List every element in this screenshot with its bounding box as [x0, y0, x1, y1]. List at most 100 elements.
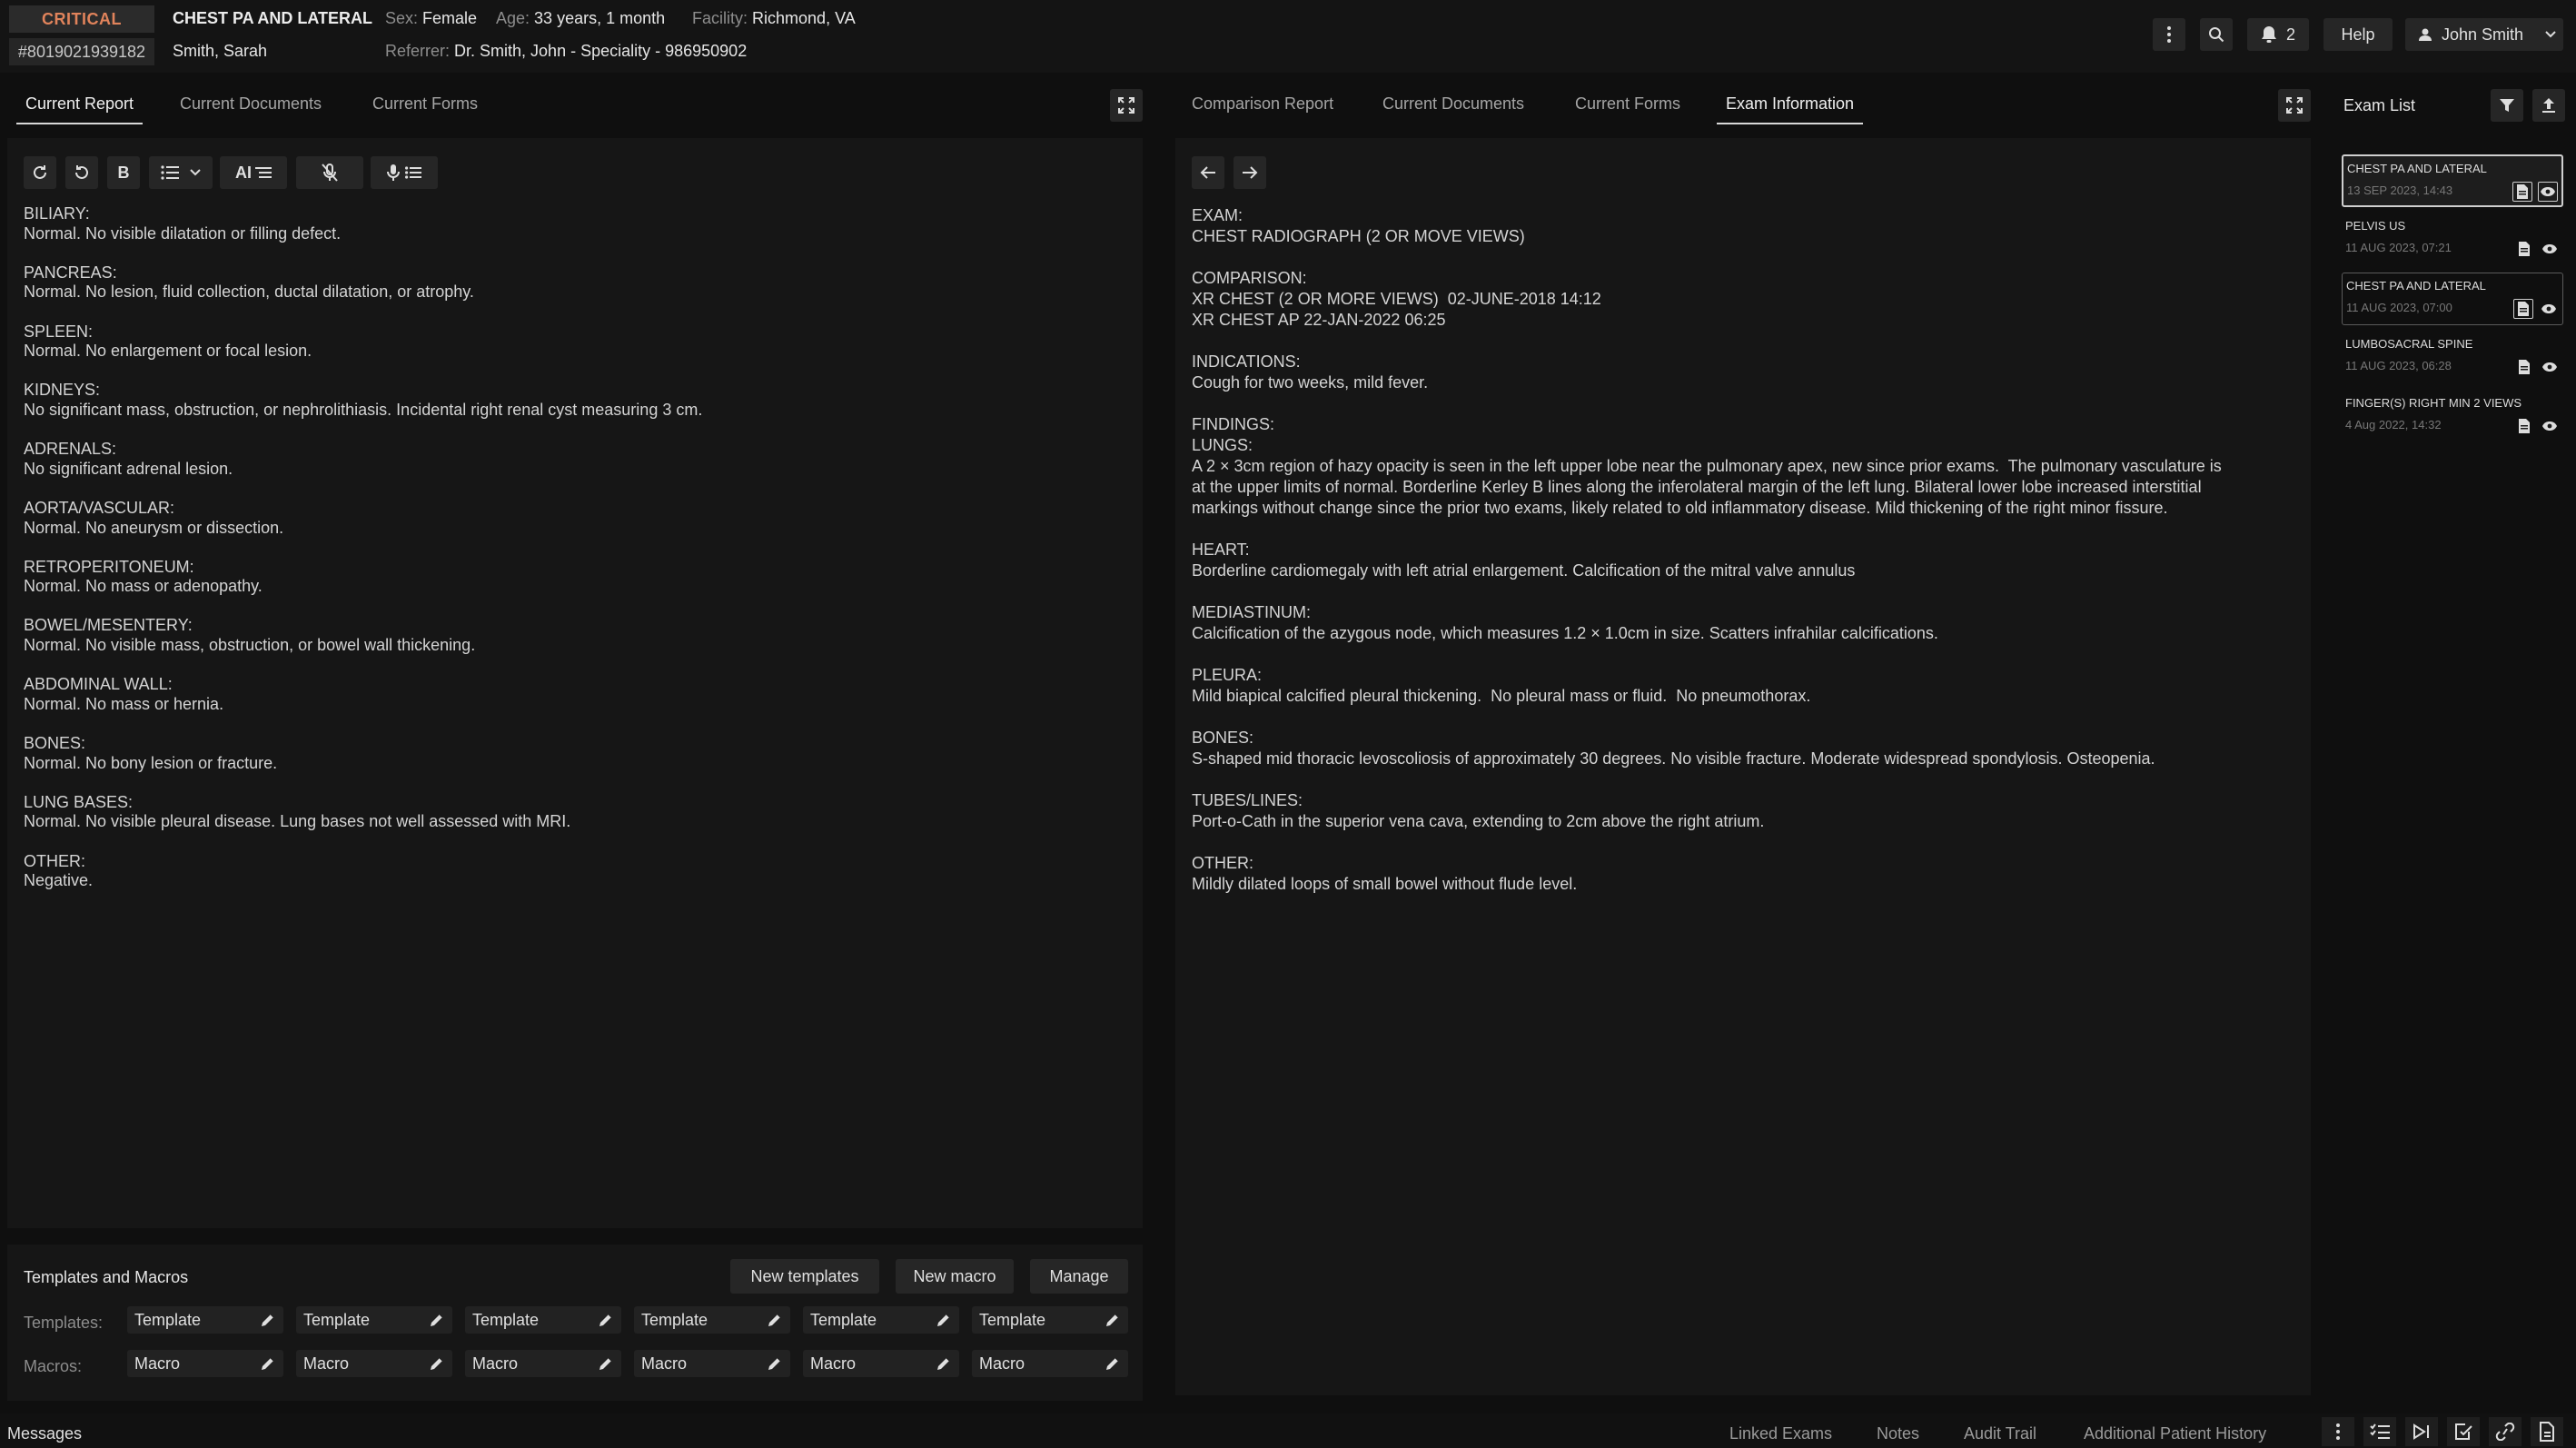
template-chip[interactable]: Template [972, 1306, 1128, 1334]
pencil-icon[interactable] [767, 1312, 783, 1328]
upload-icon [2542, 98, 2555, 113]
tab-current-report[interactable]: Current Report [15, 94, 144, 124]
eye-icon[interactable] [2540, 357, 2560, 377]
exam-list-item[interactable]: CHEST PA AND LATERAL 13 SEP 2023, 14:43 [2342, 154, 2563, 207]
pencil-icon[interactable] [429, 1355, 445, 1372]
template-chip[interactable]: Template [127, 1306, 283, 1334]
eye-icon[interactable] [2540, 416, 2560, 436]
bell-icon [2261, 26, 2276, 43]
template-chip[interactable]: Template [465, 1306, 621, 1334]
notifications-button[interactable]: 2 [2247, 18, 2309, 51]
template-chip[interactable]: Template [296, 1306, 452, 1334]
exam-date: 11 AUG 2023, 07:21 [2345, 241, 2452, 254]
skip-next-button[interactable] [2405, 1417, 2438, 1446]
link-exams-button[interactable] [2489, 1417, 2522, 1446]
footer-more-button[interactable] [2322, 1417, 2354, 1446]
pencil-icon[interactable] [1105, 1312, 1121, 1328]
tab-current-documents-right[interactable]: Current Documents [1382, 94, 1524, 124]
patient-name: Smith, Sarah [173, 42, 268, 60]
upload-button[interactable] [2532, 89, 2565, 122]
template-chip[interactable]: Template [803, 1306, 959, 1334]
current-report-text[interactable]: BILIARY: Normal. No visible dilatation or… [24, 204, 1123, 910]
tab-current-documents[interactable]: Current Documents [180, 94, 322, 124]
pencil-icon[interactable] [936, 1312, 952, 1328]
pencil-icon[interactable] [598, 1312, 614, 1328]
macro-chip[interactable]: Macro [296, 1350, 452, 1377]
exam-list-item[interactable]: PELVIS US 11 AUG 2023, 07:21 [2342, 213, 2563, 266]
template-chip-label: Template [810, 1310, 877, 1329]
help-button[interactable]: Help [2323, 18, 2393, 51]
previous-button[interactable] [1192, 156, 1224, 189]
more-menu-button[interactable] [2153, 18, 2185, 51]
checklist-button[interactable] [2363, 1417, 2396, 1446]
report-section-text: Normal. No enlargement or focal lesion. [24, 342, 312, 361]
audit-trail-link[interactable]: Audit Trail [1964, 1424, 2036, 1443]
pencil-icon[interactable] [1105, 1355, 1121, 1372]
exam-information-text: EXAM: CHEST RADIOGRAPH (2 OR MOVE VIEWS) C… [1192, 205, 2294, 916]
additional-patient-history-link[interactable]: Additional Patient History [2084, 1424, 2266, 1443]
pencil-icon[interactable] [767, 1355, 783, 1372]
exam-info-line: BONES: [1192, 729, 1254, 747]
eye-icon[interactable] [2539, 299, 2559, 319]
manage-button[interactable]: Manage [1030, 1259, 1128, 1294]
bold-button[interactable]: B [107, 156, 140, 189]
report-section-text: Normal. No lesion, fluid collection, duc… [24, 283, 474, 302]
linked-exams-link[interactable]: Linked Exams [1729, 1424, 1832, 1443]
document-icon[interactable] [2513, 299, 2533, 319]
pencil-icon[interactable] [260, 1312, 276, 1328]
tab-current-forms[interactable]: Current Forms [372, 94, 478, 124]
macro-chip[interactable]: Macro [127, 1350, 283, 1377]
messages-link[interactable]: Messages [7, 1424, 82, 1443]
exam-list-item[interactable]: FINGER(S) RIGHT MIN 2 VIEWS 4 Aug 2022, 1… [2342, 391, 2563, 443]
pencil-icon[interactable] [260, 1355, 276, 1372]
redo-icon [34, 165, 46, 179]
dictation-button[interactable] [371, 156, 438, 189]
notes-link[interactable]: Notes [1877, 1424, 1919, 1443]
new-macro-button[interactable]: New macro [896, 1259, 1014, 1294]
tab-exam-information[interactable]: Exam Information [1716, 94, 1864, 124]
tab-comparison-report[interactable]: Comparison Report [1192, 94, 1333, 124]
report-section-heading: ADRENALS: [24, 440, 117, 459]
eye-icon[interactable] [2538, 182, 2558, 202]
new-templates-button[interactable]: New templates [730, 1259, 879, 1294]
mute-microphone-button[interactable] [296, 156, 363, 189]
sign-off-button[interactable] [2447, 1417, 2480, 1446]
next-button[interactable] [1234, 156, 1266, 189]
search-button[interactable] [2200, 18, 2233, 51]
expand-report-button[interactable] [1110, 89, 1143, 122]
pencil-icon[interactable] [936, 1355, 952, 1372]
document-icon[interactable] [2512, 182, 2532, 202]
document-icon[interactable] [2514, 357, 2534, 377]
document-icon[interactable] [2514, 416, 2534, 436]
report-section: LUNG BASES: Normal. No visible pleural di… [24, 793, 1123, 832]
notifications-count: 2 [2285, 25, 2295, 44]
exam-list-item[interactable]: LUMBOSACRAL SPINE 11 AUG 2023, 06:28 [2342, 332, 2563, 384]
macro-chip[interactable]: Macro [972, 1350, 1128, 1377]
exam-info-line: Port-o-Cath in the superior vena cava, e… [1192, 812, 1765, 830]
expand-exam-info-button[interactable] [2278, 89, 2311, 122]
undo-button[interactable] [65, 156, 98, 189]
redo-button[interactable] [24, 156, 56, 189]
list-icon [255, 167, 272, 178]
filter-button[interactable] [2491, 89, 2523, 122]
exam-list-item[interactable]: CHEST PA AND LATERAL 11 AUG 2023, 07:00 [2342, 273, 2563, 325]
exam-info-line: Cough for two weeks, mild fever. [1192, 373, 1429, 392]
macro-chip[interactable]: Macro [465, 1350, 621, 1377]
macro-chip[interactable]: Macro [634, 1350, 790, 1377]
pencil-icon[interactable] [429, 1312, 445, 1328]
template-chip[interactable]: Template [634, 1306, 790, 1334]
pencil-icon[interactable] [598, 1355, 614, 1372]
document-export-button[interactable] [2531, 1417, 2563, 1446]
report-section-heading: KIDNEYS: [24, 381, 101, 400]
document-icon[interactable] [2514, 239, 2534, 259]
expand-icon [1118, 97, 1134, 114]
eye-icon[interactable] [2540, 239, 2560, 259]
report-section-heading: AORTA/VASCULAR: [24, 498, 175, 517]
user-icon [2419, 28, 2432, 41]
referrer-value: Dr. Smith, John - Speciality - 986950902 [454, 42, 748, 60]
user-menu-button[interactable]: John Smith [2405, 18, 2563, 51]
ai-assist-button[interactable]: AI [220, 156, 287, 189]
list-dropdown-button[interactable] [149, 156, 213, 189]
macro-chip[interactable]: Macro [803, 1350, 959, 1377]
tab-current-forms-right[interactable]: Current Forms [1575, 94, 1680, 124]
